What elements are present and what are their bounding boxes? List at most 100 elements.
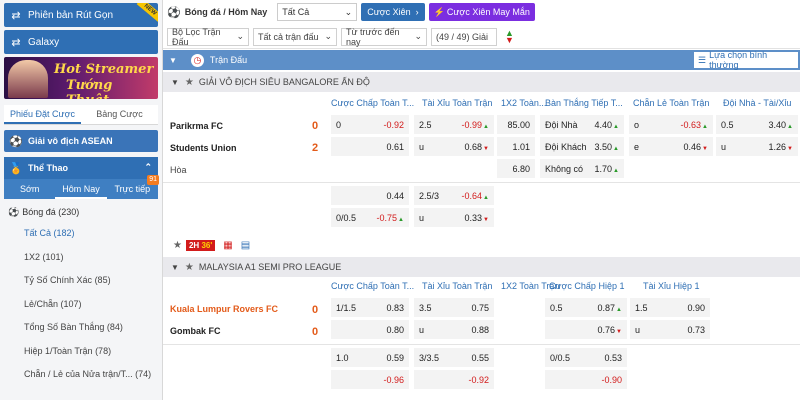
row-divider <box>163 182 800 183</box>
odds-cell[interactable]: 85.00 <box>497 115 535 134</box>
asean-championship-button[interactable]: ⚽ Giải vô địch ASEAN <box>4 130 158 152</box>
lucky-parlay-button[interactable]: ⚡ Cược Xiên May Mắn <box>428 3 535 21</box>
odds-cell[interactable]: 1.5 0.90 <box>630 298 710 317</box>
match-header-title: Trận Đấu <box>209 55 248 65</box>
all-matches-select[interactable]: Tất cả trận đấu ⌄ <box>253 27 337 46</box>
odds-cell[interactable]: 1/1.5 0.83 <box>331 298 409 317</box>
odds-cell[interactable]: 3.5 0.75 <box>414 298 494 317</box>
odds-cell[interactable]: u 0.68▼ <box>414 137 494 156</box>
column-headers: Cược Chấp Toàn T... Tài Xỉu Toàn Trận 1X… <box>163 96 800 110</box>
bet-type-label: Chẵn / Lẻ của Nửa trận/T... <box>24 369 133 379</box>
down-arrow-icon: ▼ <box>483 146 489 152</box>
sort-select[interactable]: Từ trước đến nay ⌄ <box>341 27 427 47</box>
odds-cell[interactable]: 1.0 0.59 <box>331 348 409 367</box>
odds-cell[interactable]: u 0.88 <box>414 320 494 339</box>
bet-type-odd-even[interactable]: Lẻ/Chẵn (107) <box>0 293 162 317</box>
odds-value: 85.00 <box>507 120 530 130</box>
match-header: ▼ ◷ Trận Đấu ☰ Lựa chọn bình thường <box>163 50 800 70</box>
league-header[interactable]: ▼ ★ MALAYSIA A1 SEMI PRO LEAGUE <box>163 257 800 277</box>
odds-value: 0.59 <box>386 353 404 363</box>
bet-type-half-full[interactable]: Hiệp 1/Toàn Trận (78) <box>0 340 162 364</box>
odds-cell[interactable]: -0.96 <box>331 370 409 389</box>
odds-cell[interactable]: 2.5 -0.99▲ <box>414 115 494 134</box>
odds-cell[interactable]: 0.61 <box>331 137 409 156</box>
column-header: 1X2 Toàn... <box>501 98 547 108</box>
top-bar: ⚽ Bóng đá / Hôm Nay Tất Cả ⌄ Cược Xiên ›… <box>163 0 800 24</box>
bet-type-correct-score[interactable]: Tỷ Số Chính Xác (85) <box>0 269 162 293</box>
quick-version-button[interactable]: ⇄ Phiên bản Rút Gọn NEW <box>4 3 158 27</box>
up-arrow-icon: ▲ <box>398 217 404 223</box>
odds-cell[interactable]: 3/3.5 0.55 <box>414 348 494 367</box>
chevron-up-icon[interactable]: ⌃ <box>144 162 152 173</box>
chevron-down-icon: ⌄ <box>344 6 353 17</box>
quick-version-label: Phiên bản Rút Gọn <box>28 9 114 21</box>
galaxy-button[interactable]: ⇄ Galaxy <box>4 30 158 54</box>
odds-cell[interactable]: u 0.33▼ <box>414 208 494 227</box>
bet-type-label: Tổng Số Bàn Thắng <box>24 322 105 332</box>
category-select[interactable]: Tất Cả ⌄ <box>277 3 358 21</box>
league-header[interactable]: ▼ ★ GIẢI VÔ ĐỊCH SIÊU BANGALORE ẤN ĐỘ <box>163 72 800 92</box>
odds-value: -0.92 <box>468 375 489 385</box>
odds-cell[interactable]: 0.76▼ <box>545 320 627 339</box>
odds-cell[interactable]: u 0.73 <box>630 320 710 339</box>
next-goal-label: Đội Nhà <box>545 120 578 130</box>
tab-live[interactable]: Trực tiếp 91 <box>107 175 159 199</box>
odds-cell[interactable]: Đội Khách 3.50▲ <box>540 137 624 156</box>
odds-value: 4.40 <box>594 120 613 130</box>
league-count[interactable]: (49 / 49) Giải <box>431 27 497 46</box>
odds-cell[interactable]: 6.80 <box>497 159 535 178</box>
down-arrow-icon: ▼ <box>616 329 622 335</box>
odds-cell[interactable]: 0.44 <box>331 186 409 205</box>
banner-line2: Tướng Thuật <box>66 78 113 99</box>
odds-cell[interactable]: Không có 1.70▲ <box>540 159 624 178</box>
odds-cell[interactable]: 0.80 <box>331 320 409 339</box>
odds-cell[interactable]: 0 -0.92 <box>331 115 409 134</box>
hot-streamer-banner[interactable]: Hot Streamer Tướng Thuật <box>4 57 158 99</box>
odds-cell[interactable]: -0.90 <box>545 370 627 389</box>
odds-cell[interactable]: o -0.63▲ <box>629 115 713 134</box>
stats-icon[interactable]: ▤ <box>241 240 250 251</box>
odds-cell[interactable]: 0.5 3.40▲ <box>716 115 798 134</box>
odds-cell[interactable]: 0/0.5 -0.75▲ <box>331 208 409 227</box>
odds-cell[interactable]: Đội Nhà 4.40▲ <box>540 115 624 134</box>
chevron-down-icon: ⌄ <box>414 31 422 41</box>
total-line: 1.5 <box>635 303 648 313</box>
star-icon[interactable]: ★ <box>185 77 194 88</box>
chevron-down-icon: ⌄ <box>324 31 332 41</box>
odds-value: 0.76 <box>597 325 616 335</box>
tab-today[interactable]: Hôm Nay <box>55 179 107 199</box>
field-icon[interactable]: ▦ <box>223 240 232 251</box>
collapse-icon[interactable]: ▼ <box>169 56 177 65</box>
tab-bet-slip[interactable]: Phiếu Đặt Cược <box>4 105 81 124</box>
football-icon: ⚽ <box>167 6 181 19</box>
tab-early[interactable]: Sớm <box>4 179 55 199</box>
handicap-line: 0.5 <box>550 303 563 313</box>
odds-cell[interactable]: 2.5/3 -0.64▲ <box>414 186 494 205</box>
bet-type-1x2[interactable]: 1X2 (101) <box>0 246 162 270</box>
sort-arrows-icon[interactable]: ▲ ▼ <box>505 28 514 44</box>
next-goal-label: Đội Khách <box>545 142 587 152</box>
away-score: 0 <box>312 326 319 338</box>
live-time-badge: 2H 36' <box>185 239 216 251</box>
odds-value: -0.75 <box>376 213 398 223</box>
star-icon[interactable]: ★ <box>173 240 182 251</box>
odds-value: 0.90 <box>687 303 705 313</box>
odds-cell[interactable]: 0/0.5 0.53 <box>545 348 627 367</box>
odds-cell[interactable]: 0.5 0.87▲ <box>545 298 627 317</box>
odds-cell[interactable]: -0.92 <box>414 370 494 389</box>
odds-cell[interactable]: e 0.46▼ <box>629 137 713 156</box>
odds-cell[interactable]: 1.01 <box>497 137 535 156</box>
odds-value: 0.33 <box>464 213 483 223</box>
match-filter-select[interactable]: Bộ Lọc Trận Đấu ⌄ <box>167 27 249 47</box>
bet-type-half-odd-even[interactable]: Chẵn / Lẻ của Nửa trận/T... (74) <box>0 363 162 387</box>
sports-header[interactable]: 🏅 Thể Thao ⌃ <box>4 157 158 179</box>
tab-bet-list[interactable]: Bảng Cược <box>81 105 158 124</box>
odds-value: 0.55 <box>471 353 489 363</box>
bet-type-all[interactable]: Tất Cả (182) <box>0 222 162 246</box>
odds-cell[interactable]: u 1.26▼ <box>716 137 798 156</box>
sport-football[interactable]: ⚽ Bóng đá (230) <box>0 202 162 222</box>
view-mode-select[interactable]: ☰ Lựa chọn bình thường <box>694 50 798 70</box>
parlay-button[interactable]: Cược Xiên › <box>361 3 425 21</box>
star-icon[interactable]: ★ <box>185 262 194 273</box>
bet-type-total-goals[interactable]: Tổng Số Bàn Thắng (84) <box>0 316 162 340</box>
